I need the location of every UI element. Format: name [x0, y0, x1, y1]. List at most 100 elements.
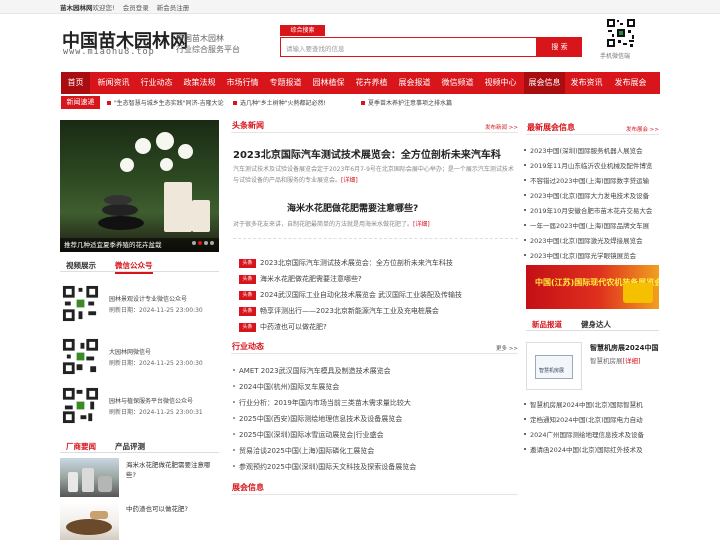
- featured-slideshow[interactable]: 推荐几种适宜夏季养殖的花卉盆栽: [60, 120, 219, 252]
- wechat-name: 园林景观设计专业微信公众号: [109, 296, 188, 303]
- qr-code-icon: [61, 337, 100, 376]
- tagged-news-item[interactable]: 头条 中药渣也可以做花肥?: [239, 322, 327, 332]
- industry-section-header: 行业动态 更多 >>: [231, 340, 518, 354]
- section-title: 展会信息: [232, 483, 264, 492]
- nav-item-video[interactable]: 视频中心: [482, 72, 519, 94]
- feature-summary: 智慧机房展[详细]: [590, 357, 641, 365]
- tab-video[interactable]: 视频展示: [66, 260, 96, 271]
- wechat-qr-code-icon: [606, 18, 636, 48]
- nav-item-plant-protection[interactable]: 园林植保: [310, 72, 347, 94]
- expo-list-item[interactable]: 2019年11月山东临沂农业机械及配件博览: [524, 160, 652, 170]
- wechat-name: 大园林网微信号: [109, 349, 152, 356]
- qr-label: 手机微信端: [600, 53, 631, 60]
- industry-news-item[interactable]: 行业分析：2019年国内市场当前三类苗木需求量比较大: [233, 398, 411, 408]
- expo-list-item[interactable]: 2023中国(北京)国际激光及焊接展览会: [524, 235, 643, 245]
- wechat-date: 刷新日期：2024-11-25 23:00:30: [109, 307, 203, 314]
- nav-item-flowers[interactable]: 花卉养植: [353, 72, 390, 94]
- feature-thumbnail[interactable]: 智慧机房展: [526, 342, 582, 390]
- tab-wechat[interactable]: 微信公众号: [115, 260, 153, 274]
- expo-banner-ad[interactable]: 中国(江苏)国际现代农机装备展览会: [526, 265, 659, 309]
- nav-item-home[interactable]: 首页: [61, 72, 90, 94]
- qr-code-icon: [61, 284, 100, 323]
- site-slogan: 中国苗木园林 行业综合服务平台: [176, 33, 240, 55]
- product-list-item[interactable]: 智慧机房展2024中国(北京)国际智慧机: [524, 399, 643, 409]
- detail-link[interactable]: [详细]: [341, 177, 358, 184]
- news-ticker: 新闻速递 "生态智慧与城乡生态实践"同济-吉隆大论 选几种"乡土树种"火熱都記必…: [61, 96, 660, 109]
- top-bar: 苗木园林网欢迎您! 会员登录 新会员注册: [0, 0, 720, 14]
- headline-tag: 头条: [239, 291, 256, 300]
- search-input[interactable]: 请输入要查找的信息: [280, 37, 537, 57]
- industry-news-item[interactable]: 2024中国(杭州)国际叉车展览会: [233, 382, 339, 392]
- headline-title-2[interactable]: 海米水花肥做花肥需要注意哪些?: [287, 201, 418, 214]
- tagged-news-item[interactable]: 头条 2023北京国际汽车测试技术展览会：全方位剖析未来汽车科技: [239, 258, 453, 268]
- tagged-news-item[interactable]: 头条 海米水花肥做花肥需要注意哪些?: [239, 274, 362, 284]
- section-title: 行业动态: [232, 342, 264, 351]
- product-list-item[interactable]: 定档通知2024中国(北京)国际电力自动: [524, 414, 643, 424]
- nav-item-special[interactable]: 专题报道: [267, 72, 304, 94]
- tab-fitness[interactable]: 健身达人: [581, 319, 611, 330]
- wechat-date: 刷新日期：2024-11-25 23:00:30: [109, 360, 203, 367]
- ticker-item[interactable]: 选几种"乡土树种"火熱都記必然!: [233, 98, 326, 107]
- nav-item-news[interactable]: 新闻资讯: [95, 72, 132, 94]
- wechat-date: 刷新日期：2024-11-25 23:00:31: [109, 409, 203, 416]
- nav-item-industry[interactable]: 行业动态: [138, 72, 175, 94]
- right-tabs: 新品报道 健身达人: [526, 317, 659, 331]
- wechat-item[interactable]: 园林景观设计专业微信公众号 刷新日期：2024-11-25 23:00:30: [60, 284, 219, 326]
- expo-list-item[interactable]: 2019年10月安徽合肥市苗木花卉交易大会: [524, 205, 652, 215]
- nav-item-policy[interactable]: 政策法规: [181, 72, 218, 94]
- product-list-item[interactable]: 邀请函2024中国(北京)国际红外技术及: [524, 444, 643, 454]
- article-thumbnail[interactable]: [60, 501, 119, 540]
- ticker-item[interactable]: "生态智慧与城乡生态实践"同济-吉隆大论: [107, 98, 224, 107]
- tagged-news-item[interactable]: 头条 畅享评测出行——2023北京新能源汽车工业及充电桩展会: [239, 306, 439, 316]
- nav-item-post-news[interactable]: 发布资讯: [568, 72, 605, 94]
- industry-news-item[interactable]: 参观预约2025中国(深圳)国际天文科技及探索设备展览会: [233, 462, 416, 472]
- post-news-link[interactable]: 发布新闻 >>: [485, 123, 518, 131]
- nav-item-wechat[interactable]: 微信频道: [439, 72, 476, 94]
- ticker-item[interactable]: 夏季苗木养护注意事项之排水篇: [361, 98, 452, 107]
- wechat-item[interactable]: 园林与植保服务平台微信公众号 刷新日期：2024-11-25 23:00:31: [60, 386, 219, 428]
- slideshow-dots[interactable]: [190, 238, 214, 247]
- detail-link[interactable]: [详细]: [413, 221, 430, 228]
- feature-title[interactable]: 智慧机房展2024中国: [590, 343, 658, 353]
- wechat-item[interactable]: 大园林网微信号 刷新日期：2024-11-25 23:00:30: [60, 337, 219, 379]
- headline-tag: 头条: [239, 259, 256, 268]
- expo-list-item[interactable]: 一年一届2023中国(上海)国际品牌文车展: [524, 220, 649, 230]
- detail-link[interactable]: [详细]: [623, 357, 641, 365]
- industry-news-item[interactable]: 2025中国(西安)国际测绘地理信息技术及设备展览会: [233, 414, 402, 424]
- article-title[interactable]: 海米水花肥做花肥需要注意哪些?: [126, 460, 218, 480]
- nav-item-expo-report[interactable]: 展会报道: [396, 72, 433, 94]
- section-title: 头条新闻: [232, 121, 264, 130]
- register-link[interactable]: 新会员注册: [157, 4, 190, 12]
- post-expo-link[interactable]: 发布展会 >>: [626, 125, 659, 133]
- slogan-line-1: 中国苗木园林: [176, 34, 224, 43]
- expo-list-item[interactable]: 2023中国(北京)国际光学眼镜展览会: [524, 250, 636, 260]
- latest-expo-header: 最新展会信息 发布展会 >>: [526, 121, 659, 135]
- article-thumbnail[interactable]: [60, 458, 119, 497]
- more-link[interactable]: 更多 >>: [496, 344, 518, 352]
- headline-title[interactable]: 2023北京国际汽车测试技术展览会：全方位剖析未来汽车科: [233, 146, 501, 161]
- nav-item-post-expo[interactable]: 发布展会: [612, 72, 649, 94]
- login-link[interactable]: 会员登录: [123, 4, 149, 12]
- expo-list-item[interactable]: 2023中国(深圳)国际服务机器人展览会: [524, 145, 643, 155]
- site-name: 苗木园林网: [60, 4, 93, 12]
- expo-list-item[interactable]: 不容错过2023中国(上海)国际数字贷运输: [524, 175, 649, 185]
- nav-item-market[interactable]: 市场行情: [224, 72, 261, 94]
- headline-summary: 汽车测试技术及试验设备展览会定于2023年6月7-9号在北京国际会展中心举办；是…: [233, 166, 514, 184]
- nav-item-expo-info[interactable]: 展会信息: [524, 72, 565, 94]
- industry-news-item[interactable]: 贸易洽谈2025中国(上海)国际磷化工展览会: [233, 446, 374, 456]
- tab-product-review[interactable]: 产品评测: [115, 441, 145, 452]
- search-tab[interactable]: 综合搜索: [280, 25, 325, 36]
- search-button[interactable]: 搜 索: [537, 37, 582, 57]
- product-list-item[interactable]: 2024广州国际测绘地理信息技术及设备: [524, 429, 644, 439]
- expo-list-item[interactable]: 2023中国(北京)国际大力发电技术及设备: [524, 190, 649, 200]
- headline-tag: 头条: [239, 307, 256, 316]
- main-nav: 首页 新闻资讯 行业动态 政策法规 市场行情 专题报道 园林植保 花卉养植 展会…: [61, 72, 660, 94]
- tagged-news-item[interactable]: 头条 2024武汉国际工业自动化技术展览会 武汉国际工业装配及传输技: [239, 290, 462, 300]
- thumbnail-label: 智慧机房展: [539, 368, 565, 374]
- industry-news-item[interactable]: 2025中国(深圳)国际冰雪运动展览会|行业盛会: [233, 430, 384, 440]
- wechat-name: 园林与植保服务平台微信公众号: [109, 398, 194, 405]
- tab-vendor-news[interactable]: 厂商要闻: [66, 441, 96, 452]
- industry-news-item[interactable]: AMET 2023武汉国际汽车模具及制造技术展览会: [233, 366, 391, 376]
- article-title[interactable]: 中药渣也可以做花肥?: [126, 504, 218, 514]
- tab-new-products[interactable]: 新品报道: [532, 319, 562, 330]
